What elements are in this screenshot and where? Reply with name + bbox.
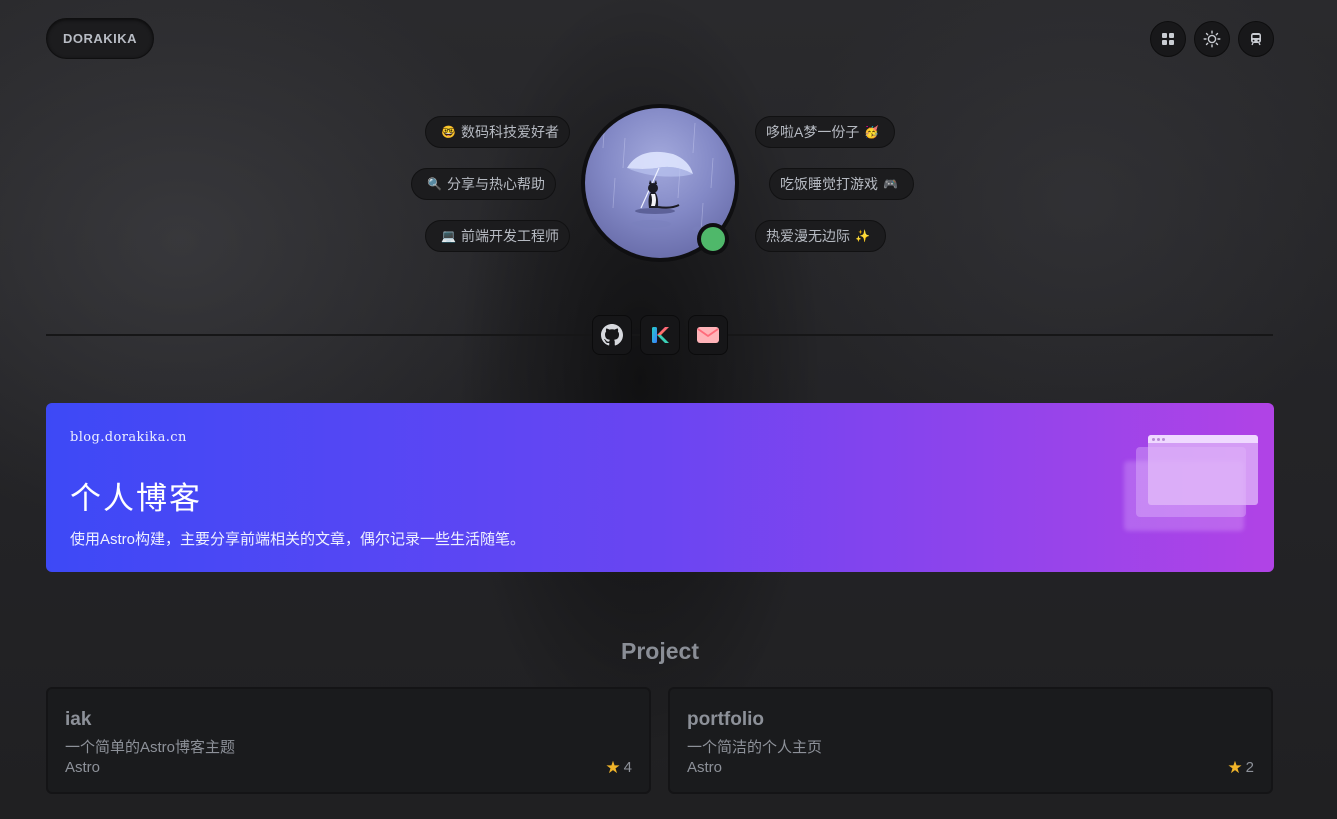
star-icon: ★ xyxy=(1227,758,1243,777)
tag-label: 前端开发工程师 xyxy=(460,228,559,244)
star-icon: ★ xyxy=(605,758,621,777)
project-name: portfolio xyxy=(687,709,765,730)
star-count: 2 xyxy=(1245,759,1254,776)
project-description: 一个简洁的个人主页 xyxy=(687,739,823,756)
kotlin-k-icon xyxy=(652,327,669,343)
online-status-indicator xyxy=(697,223,729,255)
tag-label: 吃饭睡觉打游戏 xyxy=(780,176,878,192)
brand-logo[interactable]: DORAKIKA xyxy=(46,18,154,59)
mail-icon xyxy=(697,327,719,343)
sparkles-icon: ✨ xyxy=(855,229,870,243)
project-language: Astro xyxy=(65,759,101,776)
blog-url: blog.dorakika.cn xyxy=(70,430,187,445)
brand-text: DORAKIKA xyxy=(62,31,138,46)
tag-passionate: 热爱漫无边际 ✨ xyxy=(755,220,886,252)
projects-section-title: Project xyxy=(621,638,699,664)
kotlin-link[interactable] xyxy=(640,315,680,355)
email-link[interactable] xyxy=(688,315,728,355)
tag-label: 分享与热心帮助 xyxy=(446,176,545,192)
browser-window-icon xyxy=(1148,435,1258,505)
gamepad-icon: 🎮 xyxy=(883,177,898,191)
project-name: iak xyxy=(65,709,92,730)
project-stars: ★ 2 xyxy=(1227,759,1254,776)
tag-helpful: 🔍 分享与热心帮助 xyxy=(411,168,556,200)
tag-doraemon-fan: 哆啦A梦一份子 🥳 xyxy=(755,116,896,148)
tag-tech-enthusiast: 🤓 数码科技爱好者 xyxy=(425,116,570,148)
project-description: 一个简单的Astro博客主题 xyxy=(65,739,236,756)
project-card-portfolio[interactable]: portfolio 一个简洁的个人主页 Astro ★ 2 xyxy=(668,687,1273,794)
magnifier-icon: 🔍 xyxy=(427,177,442,191)
project-language: Astro xyxy=(687,759,723,776)
tag-label: 热爱漫无边际 xyxy=(766,228,850,244)
grid-button[interactable] xyxy=(1150,21,1186,57)
github-icon xyxy=(601,324,623,346)
project-card-iak[interactable]: iak 一个简单的Astro博客主题 Astro ★ 4 xyxy=(46,687,651,794)
github-link[interactable] xyxy=(592,315,632,355)
blog-card[interactable]: blog.dorakika.cn 个人博客 使用Astro构建，主要分享前端相关… xyxy=(46,403,1274,572)
blog-description: 使用Astro构建，主要分享前端相关的文章，偶尔记录一些生活随笔。 xyxy=(70,531,526,548)
nerd-face-icon: 🤓 xyxy=(441,125,456,139)
laptop-icon: 💻 xyxy=(441,229,456,243)
tag-frontend-engineer: 💻 前端开发工程师 xyxy=(425,220,570,252)
grid-icon xyxy=(1162,33,1174,45)
project-stars: ★ 4 xyxy=(605,759,632,776)
tag-gamer: 吃饭睡觉打游戏 🎮 xyxy=(769,168,914,200)
train-button[interactable] xyxy=(1238,21,1274,57)
train-icon xyxy=(1251,33,1261,46)
star-count: 4 xyxy=(623,759,632,776)
blog-title: 个人博客 xyxy=(70,481,202,517)
tag-label: 哆啦A梦一份子 xyxy=(766,124,860,140)
theme-toggle-button[interactable] xyxy=(1194,21,1230,57)
tag-label: 数码科技爱好者 xyxy=(460,124,559,140)
sun-icon xyxy=(1203,30,1221,48)
party-face-icon: 🥳 xyxy=(864,125,880,139)
